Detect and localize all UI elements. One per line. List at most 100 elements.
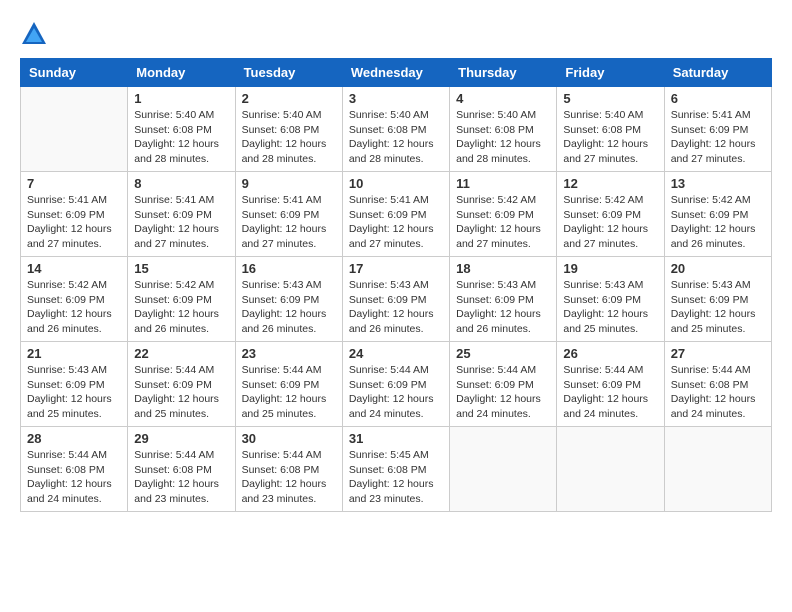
calendar-cell: 25 Sunrise: 5:44 AM Sunset: 6:09 PM Dayli… xyxy=(450,342,557,427)
day-number: 27 xyxy=(671,346,765,361)
day-number: 13 xyxy=(671,176,765,191)
calendar-cell: 5 Sunrise: 5:40 AM Sunset: 6:08 PM Daylig… xyxy=(557,87,664,172)
day-info: Sunrise: 5:43 AM Sunset: 6:09 PM Dayligh… xyxy=(27,363,121,422)
calendar-cell xyxy=(557,427,664,512)
week-row-4: 21 Sunrise: 5:43 AM Sunset: 6:09 PM Dayli… xyxy=(21,342,772,427)
day-info: Sunrise: 5:43 AM Sunset: 6:09 PM Dayligh… xyxy=(456,278,550,337)
page-header xyxy=(20,20,772,48)
day-number: 4 xyxy=(456,91,550,106)
week-row-1: 1 Sunrise: 5:40 AM Sunset: 6:08 PM Daylig… xyxy=(21,87,772,172)
weekday-header-friday: Friday xyxy=(557,59,664,87)
day-number: 23 xyxy=(242,346,336,361)
calendar-cell: 10 Sunrise: 5:41 AM Sunset: 6:09 PM Dayli… xyxy=(342,172,449,257)
day-number: 14 xyxy=(27,261,121,276)
weekday-header-thursday: Thursday xyxy=(450,59,557,87)
day-info: Sunrise: 5:44 AM Sunset: 6:09 PM Dayligh… xyxy=(242,363,336,422)
week-row-3: 14 Sunrise: 5:42 AM Sunset: 6:09 PM Dayli… xyxy=(21,257,772,342)
weekday-header-monday: Monday xyxy=(128,59,235,87)
day-number: 31 xyxy=(349,431,443,446)
calendar-cell: 7 Sunrise: 5:41 AM Sunset: 6:09 PM Daylig… xyxy=(21,172,128,257)
calendar-cell: 9Sunrise: 5:41 AM Sunset: 6:09 PM Daylig… xyxy=(235,172,342,257)
day-number: 17 xyxy=(349,261,443,276)
calendar-cell xyxy=(450,427,557,512)
day-info: Sunrise: 5:42 AM Sunset: 6:09 PM Dayligh… xyxy=(563,193,657,252)
day-number: 25 xyxy=(456,346,550,361)
day-number: 15 xyxy=(134,261,228,276)
day-number: 5 xyxy=(563,91,657,106)
weekday-header-row: SundayMondayTuesdayWednesdayThursdayFrid… xyxy=(21,59,772,87)
calendar-cell: 12 Sunrise: 5:42 AM Sunset: 6:09 PM Dayli… xyxy=(557,172,664,257)
calendar-cell: 31 Sunrise: 5:45 AM Sunset: 6:08 PM Dayli… xyxy=(342,427,449,512)
calendar-cell: 23 Sunrise: 5:44 AM Sunset: 6:09 PM Dayli… xyxy=(235,342,342,427)
day-info: Sunrise: 5:44 AM Sunset: 6:08 PM Dayligh… xyxy=(134,448,228,507)
calendar-cell: 29 Sunrise: 5:44 AM Sunset: 6:08 PM Dayli… xyxy=(128,427,235,512)
day-info: Sunrise: 5:40 AM Sunset: 6:08 PM Dayligh… xyxy=(349,108,443,167)
day-info: Sunrise: 5:44 AM Sunset: 6:08 PM Dayligh… xyxy=(671,363,765,422)
day-info: Sunrise: 5:41 AM Sunset: 6:09 PM Dayligh… xyxy=(242,193,336,252)
calendar-cell: 14 Sunrise: 5:42 AM Sunset: 6:09 PM Dayli… xyxy=(21,257,128,342)
day-number: 12 xyxy=(563,176,657,191)
day-info: Sunrise: 5:42 AM Sunset: 6:09 PM Dayligh… xyxy=(134,278,228,337)
day-info: Sunrise: 5:42 AM Sunset: 6:09 PM Dayligh… xyxy=(27,278,121,337)
day-info: Sunrise: 5:41 AM Sunset: 6:09 PM Dayligh… xyxy=(27,193,121,252)
day-number: 28 xyxy=(27,431,121,446)
day-info: Sunrise: 5:43 AM Sunset: 6:09 PM Dayligh… xyxy=(671,278,765,337)
calendar-cell: 20 Sunrise: 5:43 AM Sunset: 6:09 PM Dayli… xyxy=(664,257,771,342)
day-info: Sunrise: 5:40 AM Sunset: 6:08 PM Dayligh… xyxy=(563,108,657,167)
calendar-cell: 3Sunrise: 5:40 AM Sunset: 6:08 PM Daylig… xyxy=(342,87,449,172)
logo-icon xyxy=(20,20,48,48)
day-number: 22 xyxy=(134,346,228,361)
calendar-cell: 16 Sunrise: 5:43 AM Sunset: 6:09 PM Dayli… xyxy=(235,257,342,342)
day-info: Sunrise: 5:40 AM Sunset: 6:08 PM Dayligh… xyxy=(134,108,228,167)
day-number: 7 xyxy=(27,176,121,191)
day-info: Sunrise: 5:41 AM Sunset: 6:09 PM Dayligh… xyxy=(134,193,228,252)
day-number: 6 xyxy=(671,91,765,106)
calendar-cell: 26 Sunrise: 5:44 AM Sunset: 6:09 PM Dayli… xyxy=(557,342,664,427)
calendar-cell: 27 Sunrise: 5:44 AM Sunset: 6:08 PM Dayli… xyxy=(664,342,771,427)
calendar-cell: 24Sunrise: 5:44 AM Sunset: 6:09 PM Dayli… xyxy=(342,342,449,427)
day-info: Sunrise: 5:44 AM Sunset: 6:08 PM Dayligh… xyxy=(27,448,121,507)
day-number: 29 xyxy=(134,431,228,446)
day-info: Sunrise: 5:43 AM Sunset: 6:09 PM Dayligh… xyxy=(242,278,336,337)
day-number: 18 xyxy=(456,261,550,276)
day-info: Sunrise: 5:42 AM Sunset: 6:09 PM Dayligh… xyxy=(671,193,765,252)
day-number: 1 xyxy=(134,91,228,106)
calendar-cell: 2Sunrise: 5:40 AM Sunset: 6:08 PM Daylig… xyxy=(235,87,342,172)
day-number: 21 xyxy=(27,346,121,361)
logo xyxy=(20,20,52,48)
week-row-5: 28 Sunrise: 5:44 AM Sunset: 6:08 PM Dayli… xyxy=(21,427,772,512)
day-number: 30 xyxy=(242,431,336,446)
weekday-header-sunday: Sunday xyxy=(21,59,128,87)
day-info: Sunrise: 5:43 AM Sunset: 6:09 PM Dayligh… xyxy=(349,278,443,337)
day-info: Sunrise: 5:43 AM Sunset: 6:09 PM Dayligh… xyxy=(563,278,657,337)
day-info: Sunrise: 5:45 AM Sunset: 6:08 PM Dayligh… xyxy=(349,448,443,507)
day-info: Sunrise: 5:44 AM Sunset: 6:09 PM Dayligh… xyxy=(456,363,550,422)
calendar-cell: 15 Sunrise: 5:42 AM Sunset: 6:09 PM Dayli… xyxy=(128,257,235,342)
calendar-cell: 8 Sunrise: 5:41 AM Sunset: 6:09 PM Daylig… xyxy=(128,172,235,257)
day-number: 8 xyxy=(134,176,228,191)
calendar-cell: 17 Sunrise: 5:43 AM Sunset: 6:09 PM Dayli… xyxy=(342,257,449,342)
day-number: 20 xyxy=(671,261,765,276)
day-number: 26 xyxy=(563,346,657,361)
day-info: Sunrise: 5:44 AM Sunset: 6:09 PM Dayligh… xyxy=(563,363,657,422)
day-number: 19 xyxy=(563,261,657,276)
day-number: 16 xyxy=(242,261,336,276)
calendar-cell: 13 Sunrise: 5:42 AM Sunset: 6:09 PM Dayli… xyxy=(664,172,771,257)
day-info: Sunrise: 5:44 AM Sunset: 6:09 PM Dayligh… xyxy=(134,363,228,422)
calendar-cell: 30 Sunrise: 5:44 AM Sunset: 6:08 PM Dayli… xyxy=(235,427,342,512)
calendar-cell: 4Sunrise: 5:40 AM Sunset: 6:08 PM Daylig… xyxy=(450,87,557,172)
calendar-cell: 28 Sunrise: 5:44 AM Sunset: 6:08 PM Dayli… xyxy=(21,427,128,512)
calendar-cell: 22 Sunrise: 5:44 AM Sunset: 6:09 PM Dayli… xyxy=(128,342,235,427)
calendar-cell: 6 Sunrise: 5:41 AM Sunset: 6:09 PM Daylig… xyxy=(664,87,771,172)
day-info: Sunrise: 5:41 AM Sunset: 6:09 PM Dayligh… xyxy=(349,193,443,252)
calendar-table: SundayMondayTuesdayWednesdayThursdayFrid… xyxy=(20,58,772,512)
day-info: Sunrise: 5:44 AM Sunset: 6:08 PM Dayligh… xyxy=(242,448,336,507)
day-info: Sunrise: 5:41 AM Sunset: 6:09 PM Dayligh… xyxy=(671,108,765,167)
weekday-header-saturday: Saturday xyxy=(664,59,771,87)
calendar-cell: 21 Sunrise: 5:43 AM Sunset: 6:09 PM Dayli… xyxy=(21,342,128,427)
calendar-cell xyxy=(21,87,128,172)
day-number: 2 xyxy=(242,91,336,106)
calendar-cell: 19 Sunrise: 5:43 AM Sunset: 6:09 PM Dayli… xyxy=(557,257,664,342)
calendar-cell: 1 Sunrise: 5:40 AM Sunset: 6:08 PM Daylig… xyxy=(128,87,235,172)
day-number: 10 xyxy=(349,176,443,191)
